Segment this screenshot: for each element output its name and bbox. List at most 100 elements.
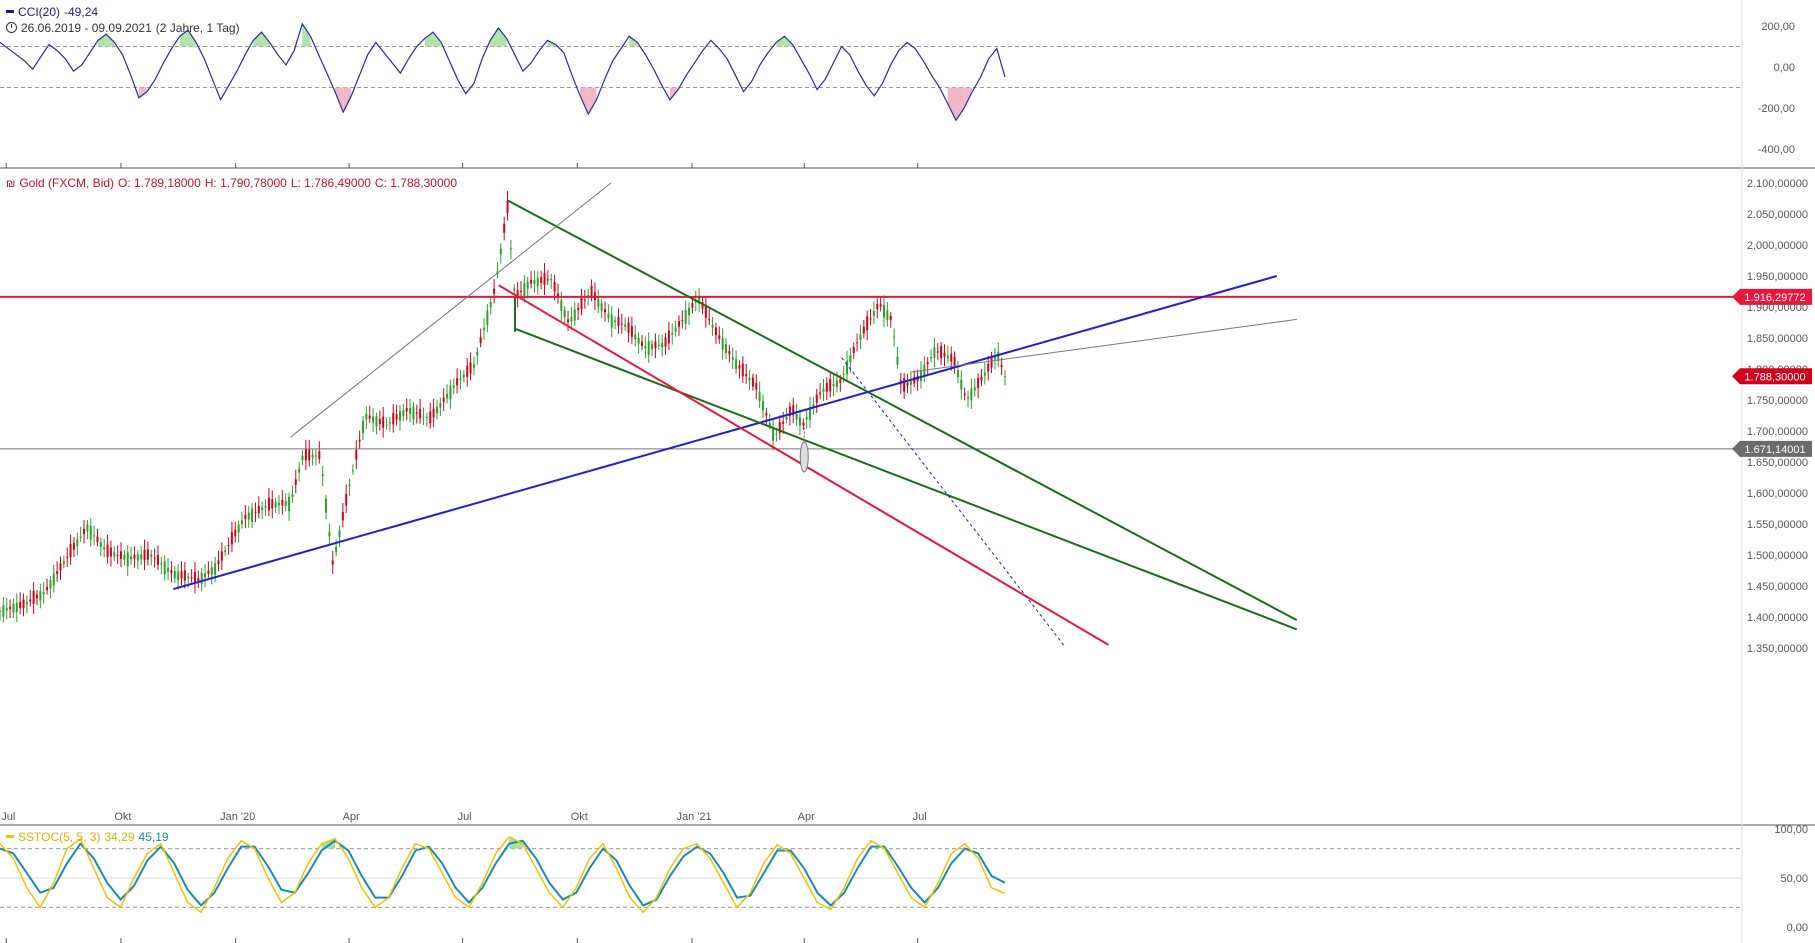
candle-body [523,282,526,296]
candle-body [392,413,395,425]
candle-body [466,365,469,377]
candle-body [284,501,287,506]
candle-body [375,416,378,427]
high-value: H: 1.790,78000 [204,176,287,190]
candle-body [782,421,785,425]
candle-body [852,346,855,354]
candle-body [456,378,459,386]
candle-body [647,341,650,356]
candle-body [210,567,213,575]
candle-body [52,573,55,586]
x-axis-label: Okt [571,811,588,823]
candle-body [419,408,422,419]
cci-oversold-fill [955,87,965,121]
candle-body [835,380,838,387]
candle-body [822,388,825,392]
candle-body [472,364,475,368]
candle-body [271,499,274,509]
candle-body [741,363,744,377]
stoch-swatch [6,835,14,838]
candle-body [896,356,899,365]
candle-body [893,336,896,338]
candle-body [526,281,529,289]
candle-body [251,508,254,522]
candle-body [795,413,798,420]
candle-body [476,351,479,356]
candle-body [872,311,875,316]
candle-body [950,353,953,362]
candle-body [308,449,311,461]
candle-body [745,373,748,376]
candle-body [12,603,15,613]
candle-body [341,511,344,521]
candle-body [755,382,758,390]
candle-body [967,397,970,399]
candle-body [39,591,42,601]
candle-body [106,544,109,558]
stoch-header: SSTOC(5, 5, 3) 34,29 45,19 [6,830,173,844]
candle-body [953,356,956,366]
candle-body [204,573,207,578]
candle-body [634,334,637,340]
candle-body [140,554,143,560]
stoch-axis-label: 0,00 [1787,922,1808,934]
candle-body [761,401,764,411]
candle-body [96,536,99,542]
candle-body [247,512,250,520]
grey-fan-line [910,318,1297,373]
cci-overbought-fill [98,34,107,47]
candle-body [546,279,549,281]
candle-body [533,279,536,284]
candle-body [664,337,667,347]
candle-body [335,546,338,553]
candle-body [657,344,660,346]
candle-body [688,307,691,316]
x-axis-label: Jul [913,811,927,823]
candle-body [180,571,183,579]
candle-body [738,365,741,369]
candle-body [83,528,86,535]
price-axis-label: 1.400,00000 [1747,612,1808,624]
candle-body [590,285,593,297]
candle-body [0,610,1,612]
candle-body [227,544,230,546]
candle-body [862,326,865,334]
candle-body [462,374,465,378]
stoch-panel: 100,00 50,00 0,00 [0,824,1808,934]
candle-body [926,361,929,365]
candle-body [264,506,267,508]
candle-body [671,333,674,335]
candle-body [446,393,449,399]
candle-body [479,337,482,344]
candle-body [237,524,240,533]
candle-body [819,392,822,395]
candle-body [22,599,25,608]
candle-body [640,341,643,346]
candle-body [25,601,28,605]
candle-body [987,363,990,372]
candle-body [89,525,92,540]
candle-body [207,570,210,574]
close-value: C: 1.788,30000 [374,176,457,190]
candle-body [567,319,570,323]
candle-body [156,555,159,565]
candle-body [654,341,657,349]
price-axis-label: 2.100,00000 [1747,178,1808,190]
candle-body [35,594,38,599]
candle-body [321,474,324,477]
price-axis-label: 1.350,00000 [1747,643,1808,655]
candle-body [274,502,277,508]
candle-body [684,309,687,324]
candle-body [583,299,586,301]
candle-body [405,408,408,412]
candle-body [748,378,751,381]
candle-body [469,362,472,374]
candle-body [183,570,186,581]
candle-body [19,601,22,609]
candle-body [412,406,415,420]
candle-body [234,529,237,537]
candle-body [409,407,412,414]
candle-body [859,334,862,340]
candle-body [435,406,438,414]
candle-body [1004,376,1006,378]
